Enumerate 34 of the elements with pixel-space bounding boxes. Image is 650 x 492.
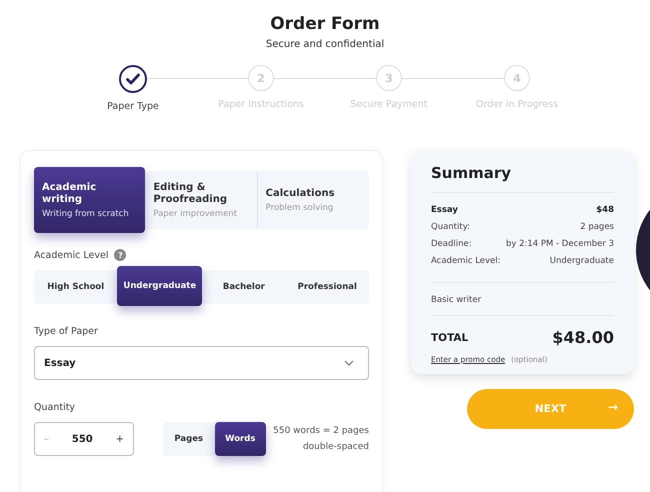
page-title: Order Form: [269, 13, 381, 35]
chevron-down-icon: [344, 360, 354, 366]
page-subtitle: Secure and confidential: [264, 39, 386, 50]
service-tab[interactable]: Calculations Problem solving: [258, 171, 369, 229]
summary-title: Summary: [431, 164, 614, 193]
total-value: $48.00: [552, 328, 614, 347]
unit-option[interactable]: Words: [214, 422, 266, 456]
summary-value: by 2:14 PM - December 3: [506, 238, 614, 251]
conversion-note: 550 words = 2 pages: [273, 425, 369, 438]
summary-label: Deadline:: [431, 238, 472, 251]
summary-value: Undergraduate: [550, 255, 614, 268]
summary-value: 2 pages: [580, 221, 614, 234]
level-option[interactable]: Undergraduate: [117, 266, 202, 306]
summary-label: Essay: [431, 204, 458, 217]
level-option[interactable]: High School: [34, 270, 118, 304]
level-option[interactable]: Bachelor: [202, 270, 286, 304]
paper-type-dropdown[interactable]: Essay: [34, 346, 369, 380]
summary-value: $48: [596, 204, 614, 217]
spacing-note: double-spaced: [302, 441, 369, 454]
step-label: Paper Type: [107, 101, 159, 112]
help-icon[interactable]: ?: [114, 249, 126, 261]
summary-label: Quantity:: [431, 221, 470, 234]
unit-option[interactable]: Pages: [163, 422, 214, 456]
quantity-value[interactable]: 550: [72, 434, 93, 444]
field-label: Quantity: [34, 402, 76, 413]
field-label: Academic Level: [34, 250, 108, 260]
service-tab[interactable]: Editing & Proofreading Paper improvement: [145, 171, 258, 229]
service-tab[interactable]: Academic writing Writing from scratch: [34, 167, 146, 233]
summary-label: Academic Level:: [431, 255, 500, 268]
writer-level: Basic writer: [431, 283, 614, 316]
plus-button[interactable]: +: [112, 434, 127, 444]
level-option[interactable]: Professional: [286, 270, 369, 304]
total-label: TOTAL: [431, 332, 468, 344]
field-label: Type of Paper: [34, 326, 99, 337]
